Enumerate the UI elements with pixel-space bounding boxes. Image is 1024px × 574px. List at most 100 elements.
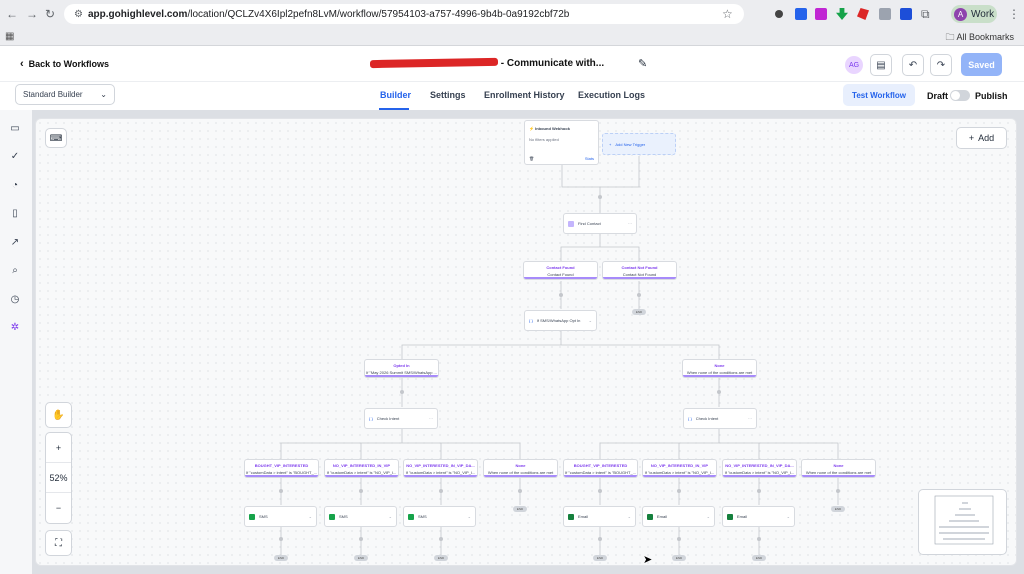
add-step-plus[interactable]: [598, 537, 602, 541]
tab-settings[interactable]: Settings: [430, 90, 466, 100]
add-step-plus[interactable]: [439, 489, 443, 493]
more-icon[interactable]: ⋯: [429, 416, 433, 421]
branch-intent-right-1[interactable]: BOUGHT_VIP_INTERESTED If "customData > i…: [563, 459, 638, 478]
add-step-plus[interactable]: [359, 537, 363, 541]
more-icon[interactable]: ⋯: [628, 221, 632, 226]
more-icon[interactable]: ⋯: [748, 416, 752, 421]
address-bar[interactable]: ⚙ app.gohighlevel.com/location/QCLZv4X6I…: [64, 4, 744, 24]
extensions-puzzle-icon[interactable]: ⧉: [921, 7, 930, 21]
chevron-down-icon[interactable]: ⌄: [628, 514, 631, 519]
branch-intent-right-3[interactable]: NO_VIP_INTERESTED_IN_VIP_DA... If "custo…: [722, 459, 797, 478]
trash-icon[interactable]: 🗑: [529, 156, 534, 161]
notes-icon[interactable]: ▤: [870, 54, 892, 76]
branch-intent-right-none[interactable]: None When none of the conditions are met: [801, 459, 876, 478]
publish-toggle[interactable]: [950, 90, 970, 101]
trigger-inbound-webhook[interactable]: ⚡ Inbound Webhook No filters applied 🗑 S…: [524, 120, 599, 165]
chevron-down-icon[interactable]: ⌄: [787, 514, 790, 519]
extension-box-icon[interactable]: [900, 8, 912, 20]
add-step-plus[interactable]: [359, 489, 363, 493]
edit-name-pencil-icon[interactable]: ✎: [638, 57, 647, 70]
add-step-plus[interactable]: [598, 489, 602, 493]
undo-icon[interactable]: ↶: [902, 54, 924, 76]
action-sms-3[interactable]: SMS ⌄: [403, 506, 476, 527]
minimap[interactable]: [918, 489, 1007, 555]
saved-button[interactable]: Saved: [961, 53, 1002, 76]
add-step-plus[interactable]: [279, 489, 283, 493]
zoom-in-button[interactable]: +: [46, 433, 71, 463]
workflow-icon[interactable]: ✲: [8, 321, 22, 335]
chevron-down-icon[interactable]: ⌄: [468, 514, 471, 519]
browser-menu-icon[interactable]: ⋮: [1008, 7, 1020, 21]
action-check-intent-right[interactable]: { } Check Intent ⋯: [683, 408, 757, 429]
pie-chart-icon[interactable]: ◔: [8, 179, 22, 193]
branch-opted-in[interactable]: Opted In If "May 2026 Summit SMS/WhatsAp…: [364, 359, 439, 378]
back-to-workflows-link[interactable]: ‹ Back to Workflows: [20, 58, 109, 70]
add-step-plus[interactable]: [717, 390, 721, 394]
extension-camera-icon[interactable]: [879, 8, 891, 20]
action-email-2[interactable]: Email ⌄: [642, 506, 715, 527]
action-if-else[interactable]: { } If SMS/WhatsApp Opt In ⌄: [524, 310, 597, 331]
fit-view-icon[interactable]: ⛶: [45, 530, 72, 556]
action-sms-1[interactable]: SMS ⌄: [244, 506, 317, 527]
action-email-1[interactable]: Email ⌄: [563, 506, 636, 527]
site-info-icon[interactable]: ⚙: [74, 9, 83, 20]
branch-contact-found[interactable]: Contact Found Contact Found: [523, 261, 598, 280]
add-step-plus[interactable]: [439, 537, 443, 541]
chevron-down-icon[interactable]: ⌄: [707, 514, 710, 519]
chevron-down-icon[interactable]: ⌄: [589, 318, 592, 323]
add-step-plus[interactable]: [518, 489, 522, 493]
builder-type-select[interactable]: Standard Builder ⌄: [15, 84, 115, 105]
back-arrow-icon[interactable]: ←: [6, 7, 18, 21]
add-step-plus[interactable]: [677, 537, 681, 541]
add-new-trigger[interactable]: + Add New Trigger: [602, 133, 676, 155]
history-icon[interactable]: ◷: [8, 293, 22, 307]
tab-builder[interactable]: Builder: [380, 90, 411, 100]
stats-link[interactable]: Stats: [585, 156, 594, 161]
tab-execution-logs[interactable]: Execution Logs: [578, 90, 645, 100]
external-link-icon[interactable]: ↗: [8, 236, 22, 250]
extension-pen-icon[interactable]: [775, 10, 783, 18]
extension-download-pink-icon[interactable]: [815, 8, 827, 20]
add-step-plus[interactable]: [757, 489, 761, 493]
chevron-down-icon[interactable]: ⌄: [309, 514, 312, 519]
extension-pin-icon[interactable]: [857, 8, 869, 20]
add-button[interactable]: + Add: [956, 127, 1007, 149]
action-check-intent-left[interactable]: { } Check Intent ⋯: [364, 408, 438, 429]
all-bookmarks[interactable]: 🗀 All Bookmarks: [945, 30, 1014, 46]
branch-none-top[interactable]: None When none of the conditions are met: [682, 359, 757, 378]
user-avatar[interactable]: AG: [845, 56, 863, 74]
add-step-plus[interactable]: [836, 489, 840, 493]
bookmark-star-icon[interactable]: ☆: [722, 7, 733, 21]
add-step-plus[interactable]: [279, 537, 283, 541]
action-sms-2[interactable]: SMS ⌄: [324, 506, 397, 527]
forward-arrow-icon[interactable]: →: [26, 7, 38, 21]
add-step-plus[interactable]: [677, 489, 681, 493]
branch-contact-not-found[interactable]: Contact Not Found Contact Not Found: [602, 261, 677, 280]
add-step-plus[interactable]: [400, 390, 404, 394]
workflow-canvas[interactable]: ⌨ + Add ⚡ Inbound Webhook No filters appl…: [35, 118, 1017, 566]
add-step-plus[interactable]: [559, 293, 563, 297]
keyboard-icon[interactable]: ⌨: [45, 128, 67, 148]
chevron-down-icon[interactable]: ⌄: [389, 514, 392, 519]
extension-download-icon[interactable]: [795, 8, 807, 20]
action-find-contact[interactable]: Find Contact ⋯: [563, 213, 637, 234]
branch-intent-left-1[interactable]: BOUGHT_VIP_INTERESTED If "customData > i…: [244, 459, 319, 478]
test-workflow-button[interactable]: Test Workflow: [843, 84, 915, 106]
tab-enrollment-history[interactable]: Enrollment History: [484, 90, 565, 100]
add-step-plus[interactable]: [757, 537, 761, 541]
branch-intent-left-none[interactable]: None When none of the conditions are met: [483, 459, 558, 478]
apps-grid-icon[interactable]: ▦: [5, 31, 14, 42]
branch-intent-left-3[interactable]: NO_VIP_INTERESTED_IN_VIP_DA... If "custo…: [403, 459, 478, 478]
check-circle-icon[interactable]: ✓: [8, 150, 22, 164]
add-step-plus[interactable]: [598, 195, 602, 199]
action-email-3[interactable]: Email ⌄: [722, 506, 795, 527]
zoom-out-button[interactable]: −: [46, 493, 71, 523]
reload-icon[interactable]: ↻: [45, 7, 55, 21]
extension-arrow-icon[interactable]: [836, 8, 848, 20]
chat-icon[interactable]: ▭: [8, 122, 22, 136]
redo-icon[interactable]: ↷: [930, 54, 952, 76]
document-icon[interactable]: ▯: [8, 207, 22, 221]
search-icon[interactable]: ⌕: [8, 264, 22, 278]
branch-intent-left-2[interactable]: NO_VIP_INTERESTED_IN_VIP If "customData …: [324, 459, 399, 478]
workflow-name[interactable]: - Communicate with...: [369, 58, 604, 69]
